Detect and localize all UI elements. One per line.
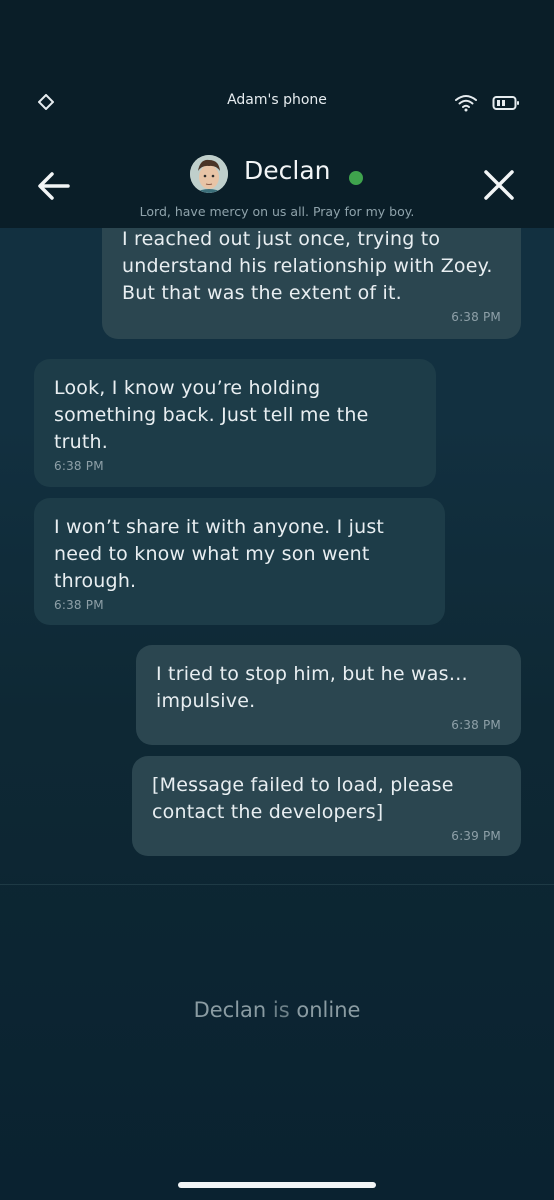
close-button[interactable] — [480, 166, 518, 204]
home-indicator[interactable] — [178, 1182, 376, 1188]
message-text: I tried to stop him, but he was… impulsi… — [156, 663, 468, 712]
message-text: Look, I know you’re holding something ba… — [54, 377, 369, 453]
contact-name[interactable]: Declan — [244, 156, 331, 185]
message-bubble-received[interactable]: I won’t share it with anyone. I just nee… — [34, 498, 445, 625]
presence-state: online — [296, 998, 361, 1022]
message-time: 6:38 PM — [451, 310, 501, 324]
avatar[interactable] — [190, 155, 228, 193]
wifi-icon — [455, 95, 477, 112]
presence-is: is — [272, 998, 290, 1022]
message-bubble-sent[interactable]: [Message failed to load, please contact … — [132, 756, 521, 856]
message-text: I won’t share it with anyone. I just nee… — [54, 516, 385, 592]
message-time: 6:38 PM — [451, 718, 501, 732]
top-bar — [0, 0, 554, 228]
avatar-portrait-icon — [190, 155, 228, 193]
presence-name: Declan — [193, 998, 267, 1022]
message-time: 6:38 PM — [54, 598, 104, 612]
back-button[interactable] — [34, 166, 74, 206]
divider — [0, 884, 554, 885]
message-bubble-sent[interactable]: I tried to stop him, but he was… impulsi… — [136, 645, 521, 745]
online-status-dot — [349, 171, 363, 185]
message-time: 6:39 PM — [451, 829, 501, 843]
presence-status: Declan is online — [0, 998, 554, 1022]
message-time: 6:38 PM — [54, 459, 104, 473]
message-bubble-received[interactable]: Look, I know you’re holding something ba… — [34, 359, 436, 487]
message-text: [Message failed to load, please contact … — [152, 774, 454, 823]
message-text: I reached out just once, trying to under… — [122, 228, 493, 304]
battery-icon — [492, 96, 519, 110]
contact-status-line: Lord, have mercy on us all. Pray for my … — [139, 204, 415, 219]
